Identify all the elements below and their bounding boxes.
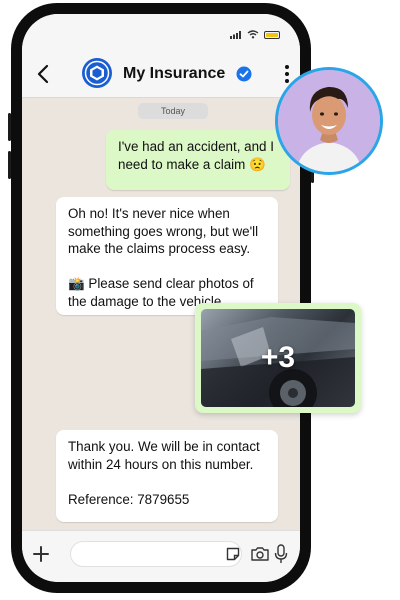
date-separator: Today (138, 103, 208, 119)
message-text: something goes wrong, but we'll (68, 223, 259, 239)
more-options-icon[interactable] (284, 64, 290, 84)
message-input[interactable] (70, 541, 242, 567)
contact-name[interactable]: My Insurance (123, 65, 225, 83)
wifi-icon (247, 30, 259, 39)
message-text: make the claims process easy. (68, 241, 251, 256)
message-text: 📸 Please send clear photos of (68, 276, 254, 291)
car-damage-photo[interactable]: +3 (201, 309, 355, 407)
battery-icon (264, 30, 280, 39)
verified-badge-icon (236, 66, 252, 82)
phone-screen: My Insurance Today I've had an accident,… (22, 14, 300, 582)
user-avatar (275, 67, 383, 175)
message-text: need to make a claim 😟 (118, 156, 266, 172)
phone-frame: My Insurance Today I've had an accident,… (8, 3, 314, 593)
microphone-icon[interactable] (274, 544, 288, 564)
message-bubble-outgoing[interactable]: I've had an accident, and I need to make… (106, 130, 290, 190)
message-text: Oh no! It's never nice when (68, 206, 230, 221)
message-bubble-incoming[interactable]: Oh no! It's never nice when something go… (56, 197, 278, 315)
volume-down-button (8, 151, 11, 179)
status-bar (22, 14, 300, 50)
photo-count-overlay: +3 (260, 341, 296, 374)
message-text: Thank you. We will be in contact (68, 439, 260, 454)
message-bubble-incoming[interactable]: Thank you. We will be in contact within … (56, 430, 278, 522)
message-text: I've had an accident, and I (118, 139, 274, 154)
message-text: within 24 hours on this number. (68, 456, 254, 472)
sticker-icon[interactable] (226, 547, 240, 561)
status-icons (230, 30, 280, 39)
reference-text: Reference: 7879655 (68, 491, 190, 507)
camera-icon[interactable] (250, 546, 270, 562)
chat-header: My Insurance (22, 50, 300, 98)
plus-icon[interactable] (32, 545, 50, 563)
photo-message-outgoing[interactable]: +3 (195, 303, 361, 413)
user-portrait (278, 70, 380, 172)
insurance-logo-icon[interactable] (82, 58, 112, 88)
back-arrow-icon[interactable] (32, 62, 56, 86)
volume-up-button (8, 113, 11, 141)
message-composer (22, 530, 300, 582)
signal-icon (230, 30, 241, 39)
